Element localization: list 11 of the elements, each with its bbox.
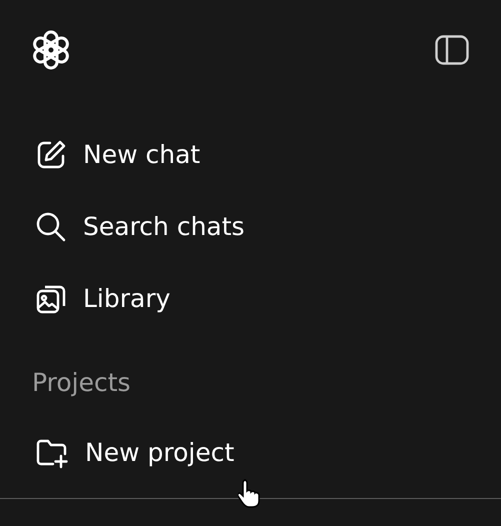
nav-item[interactable]: New chat bbox=[0, 119, 501, 191]
nav-item[interactable]: Library bbox=[0, 263, 501, 335]
nav-item[interactable]: Search chats bbox=[0, 191, 501, 263]
search-icon bbox=[35, 211, 67, 243]
images-icon bbox=[35, 283, 67, 315]
folder-plus-icon bbox=[35, 437, 69, 469]
section-heading: Projects bbox=[31, 367, 132, 400]
logo-icon[interactable] bbox=[30, 28, 72, 70]
nav-item[interactable]: New project bbox=[0, 417, 501, 489]
edit-icon bbox=[35, 139, 67, 171]
sidebar-toggle-icon[interactable] bbox=[435, 34, 469, 64]
